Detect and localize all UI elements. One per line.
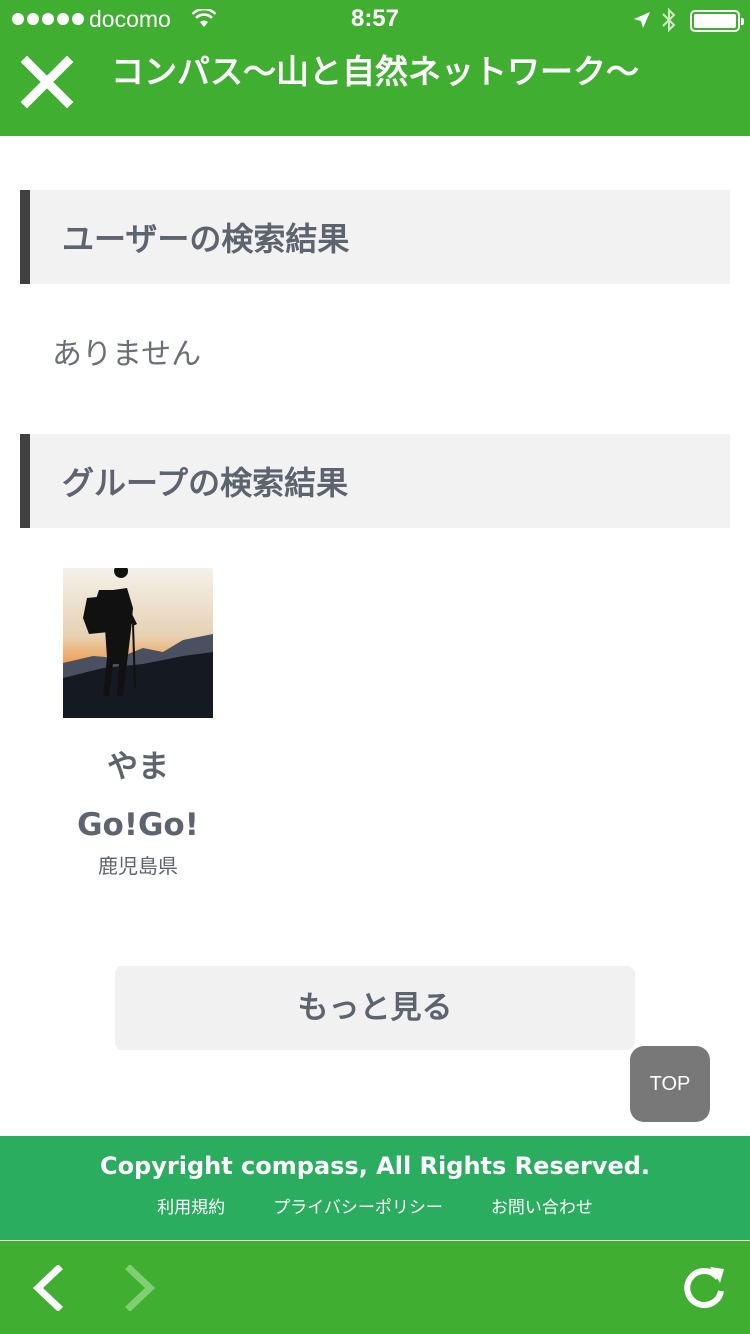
bluetooth-icon: [662, 7, 676, 33]
footer-link-privacy[interactable]: プライバシーポリシー: [273, 1193, 443, 1218]
group-prefecture: 鹿児島県: [98, 854, 178, 878]
user-results-heading: ユーザーの検索結果: [20, 190, 730, 284]
more-button[interactable]: もっと見る: [115, 966, 635, 1050]
group-results-heading-text: グループの検索結果: [62, 464, 349, 502]
group-results-heading: グループの検索結果: [20, 434, 730, 528]
user-results-heading-text: ユーザーの検索結果: [62, 220, 350, 258]
chevron-left-icon[interactable]: [28, 1265, 68, 1311]
footer-link-contact[interactable]: お問い合わせ: [491, 1193, 593, 1218]
page-title: コンパス〜山と自然ネットワーク〜: [111, 52, 639, 91]
group-photo[interactable]: [63, 568, 213, 718]
group-name[interactable]: やま Go!Go!: [60, 738, 216, 854]
battery-icon: [690, 10, 744, 32]
chevron-right-icon[interactable]: [120, 1265, 160, 1311]
footer-link-terms[interactable]: 利用規約: [157, 1193, 225, 1218]
location-arrow-icon: [634, 12, 650, 28]
group-card[interactable]: やま Go!Go! 鹿児島県: [60, 568, 216, 878]
no-results-text: ありません: [52, 337, 202, 372]
reload-icon[interactable]: [680, 1263, 728, 1311]
bottom-toolbar: [0, 1240, 750, 1334]
footer: Copyright compass, All Rights Reserved. …: [0, 1136, 750, 1240]
top-bar: docomo 8:57 コンパス〜山と自然ネットワーク〜: [0, 0, 750, 136]
close-icon[interactable]: [20, 55, 74, 109]
copyright-text: Copyright compass, All Rights Reserved.: [99, 1152, 651, 1180]
scroll-top-button[interactable]: TOP: [630, 1046, 710, 1122]
footer-links: 利用規約 プライバシーポリシー お問い合わせ: [0, 1193, 750, 1218]
status-bar: docomo 8:57: [0, 0, 750, 40]
